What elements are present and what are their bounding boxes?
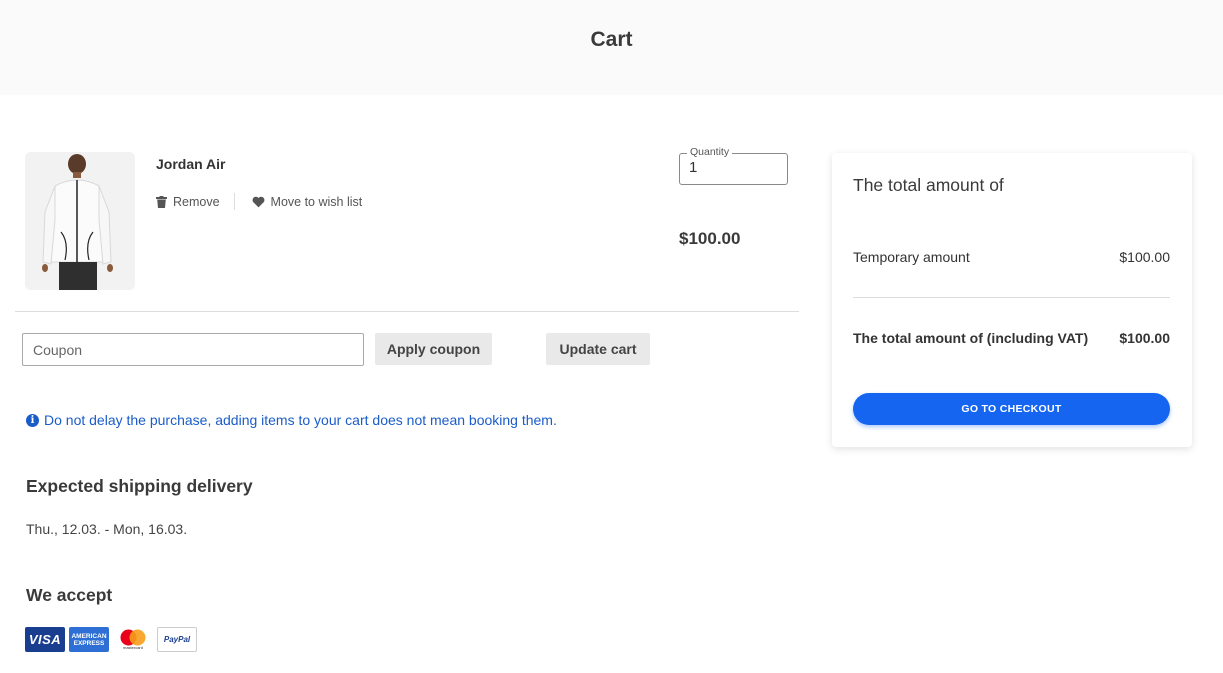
remove-button[interactable]: Remove [156,195,220,209]
move-to-wishlist-button[interactable]: Move to wish list [252,194,363,209]
temporary-amount-row: Temporary amount $100.00 [853,249,1170,265]
actions-divider [233,193,235,210]
temporary-amount-value: $100.00 [1119,249,1170,265]
trash-icon [156,195,167,208]
temporary-amount-label: Temporary amount [853,249,970,265]
apply-coupon-button[interactable]: Apply coupon [375,333,492,365]
payments-heading: We accept [26,585,113,605]
shipping-heading: Expected shipping delivery [26,476,253,496]
heart-icon [252,196,264,207]
mastercard-circles-icon [120,629,146,646]
page-header: Cart [0,0,1223,95]
shipping-dates: Thu., 12.03. - Mon, 16.03. [26,521,188,537]
quantity-input[interactable] [689,159,779,176]
notice-text: Do not delay the purchase, adding items … [44,412,557,428]
update-cart-button[interactable]: Update cart [546,333,650,365]
quantity-label: Quantity [687,146,733,158]
paypal-text: PayPal [163,635,191,644]
cart-divider [15,311,799,312]
mastercard-logo: mastercard [113,627,153,652]
total-amount-label: The total amount of (including VAT) [853,330,1089,346]
product-image[interactable] [25,152,135,290]
jacket-image [25,152,135,290]
remove-label: Remove [173,194,220,209]
amex-line1: AMERICAN [71,632,107,640]
page-title: Cart [590,27,633,51]
mastercard-text: mastercard [122,645,143,650]
total-amount-row: The total amount of (including VAT) $100… [853,330,1170,346]
summary-title: The total amount of [853,175,1004,195]
amex-logo: AMERICAN EXPRESS [69,627,109,652]
amex-line2: EXPRESS [73,639,105,647]
quantity-field[interactable]: Quantity [679,146,788,185]
booking-notice: i Do not delay the purchase, adding item… [26,412,557,428]
visa-text: VISA [28,632,62,647]
order-summary: The total amount of Temporary amount $10… [832,153,1192,447]
summary-divider [853,297,1170,298]
wishlist-label: Move to wish list [270,194,363,209]
item-price: $100.00 [679,229,741,248]
paypal-logo: PayPal [157,627,197,652]
product-name[interactable]: Jordan Air [156,156,226,172]
go-to-checkout-button[interactable]: GO TO CHECKOUT [853,393,1170,425]
total-amount-value: $100.00 [1119,330,1170,346]
payment-methods: VISA AMERICAN EXPRESS mastercard PayPal [25,627,197,652]
visa-logo: VISA [25,627,65,652]
cart-item-actions: Remove Move to wish list [156,193,362,210]
info-icon: i [26,413,39,427]
coupon-input[interactable] [22,333,364,366]
